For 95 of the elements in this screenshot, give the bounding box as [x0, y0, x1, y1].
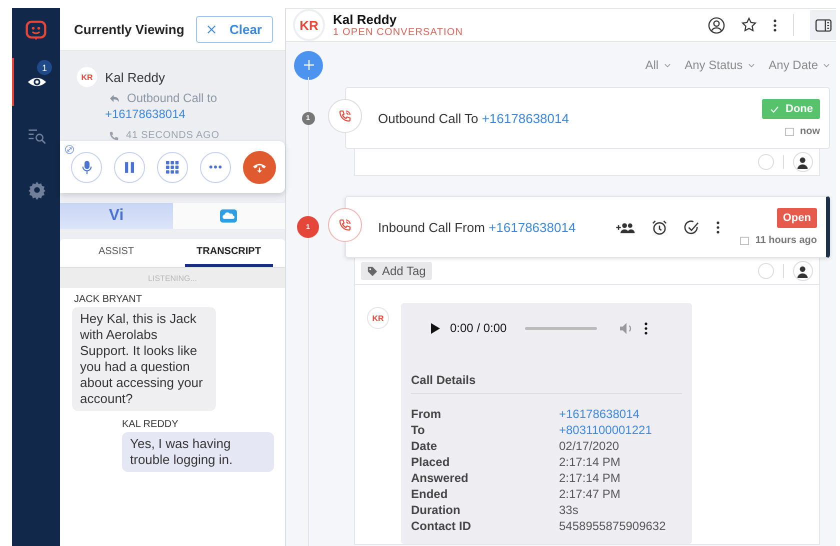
- hang-up-icon: [252, 162, 267, 172]
- user-icon[interactable]: [708, 16, 725, 34]
- speaker-name: JACK BRYANT: [74, 294, 142, 305]
- panel-toggle-button[interactable]: [810, 10, 836, 40]
- avatar: KR: [77, 67, 97, 87]
- microphone-icon: [82, 160, 92, 174]
- kebab-menu-icon[interactable]: [644, 322, 648, 334]
- chevron-down-icon: [823, 62, 830, 68]
- app-tab[interactable]: Vi: [60, 203, 172, 229]
- assignee-avatar[interactable]: [793, 152, 813, 172]
- volume-icon[interactable]: [618, 322, 634, 334]
- timestamp: now: [800, 126, 820, 137]
- conversation-card[interactable]: Outbound Call To +16178638014 Done now: [345, 87, 830, 149]
- play-icon[interactable]: [431, 322, 440, 334]
- settings-icon: [27, 180, 47, 200]
- keypad-button[interactable]: [157, 152, 188, 182]
- conversation-card[interactable]: Inbound Call From +16178638014 Open 11 hours ago: [345, 196, 830, 258]
- chevron-down-icon: [748, 62, 755, 68]
- detail-label: Date: [411, 438, 438, 454]
- detail-value: 02/17/2020: [559, 438, 620, 454]
- phone-link[interactable]: +8031100001221: [559, 422, 682, 438]
- timestamp: 11 hours ago: [755, 235, 817, 246]
- cloud-icon: [220, 209, 238, 223]
- detail-value: 33s: [559, 502, 580, 518]
- status-badge: Done: [762, 99, 820, 119]
- conversation-count: 1 OPEN CONVERSATION: [333, 27, 464, 38]
- section-title: Call Details: [411, 373, 682, 394]
- check-icon: [770, 106, 778, 112]
- detail-value: 2:17:47 PM: [559, 486, 622, 502]
- filter-dropdown[interactable]: Any Status: [684, 58, 755, 72]
- plus-icon: [304, 60, 314, 70]
- alarm-clock-icon[interactable]: [652, 220, 667, 234]
- sidebar-icon: [814, 18, 832, 32]
- reply-icon: [109, 94, 120, 102]
- phone-link[interactable]: +16178638014: [559, 406, 682, 422]
- call-title: Inbound Call From +16178638014: [378, 220, 576, 234]
- count-badge: 1: [37, 60, 52, 75]
- more-button[interactable]: [200, 152, 231, 182]
- detail-value: 2:17:14 PM: [559, 454, 622, 470]
- tag-icon: [367, 266, 378, 276]
- detail-label: Answered: [411, 470, 470, 486]
- phone-link[interactable]: +16178638014: [488, 220, 576, 234]
- assignee-avatar[interactable]: [793, 261, 813, 281]
- checkbox[interactable]: [758, 154, 774, 170]
- keypad-icon: [166, 160, 179, 174]
- star-icon[interactable]: [741, 17, 757, 33]
- detail-label: From: [411, 406, 442, 422]
- call-icon: [328, 208, 362, 242]
- call-icon: [328, 99, 362, 133]
- message-bubble: Yes, I was having trouble logging in.: [122, 432, 274, 472]
- avatar: KR: [367, 307, 389, 329]
- status-badge: Open: [776, 208, 817, 228]
- clear-button[interactable]: Clear: [196, 16, 273, 42]
- kebab-menu-icon[interactable]: [773, 18, 777, 32]
- panel-tab[interactable]: ASSIST: [72, 239, 160, 267]
- timestamp: 41 SECONDS AGO: [126, 130, 220, 141]
- detail-label: Ended: [411, 486, 449, 502]
- close-icon: [207, 24, 216, 34]
- contact-name[interactable]: Kal Reddy: [105, 70, 220, 85]
- speaker-name: KAL REDDY: [122, 419, 178, 430]
- detail-label: Contact ID: [411, 518, 472, 534]
- detail-label: Placed: [411, 454, 451, 470]
- message-bubble: Hey Kal, this is Jack with Aerolabs Support. It looks like you had a question about accessing your account?: [72, 307, 216, 411]
- call-title: Outbound Call To +16178638014: [378, 110, 569, 126]
- detail-value: 5458955875909632: [559, 518, 667, 534]
- phone-icon: [109, 130, 119, 140]
- activity-text: Outbound Call to: [127, 91, 218, 105]
- contact-name: Kal Reddy: [333, 12, 398, 27]
- panel-title: Currently Viewing: [74, 22, 184, 36]
- hang-up-button[interactable]: [243, 150, 276, 184]
- mute-button[interactable]: [71, 152, 102, 182]
- calendar-icon: [740, 236, 750, 245]
- filter-dropdown[interactable]: All: [645, 58, 671, 72]
- kebab-menu-icon[interactable]: [716, 220, 720, 234]
- add-button[interactable]: [294, 50, 323, 80]
- ellipsis-icon: [209, 165, 222, 169]
- chevron-down-icon: [664, 62, 671, 68]
- filter-dropdown[interactable]: Any Date: [768, 58, 830, 72]
- detail-label: Duration: [411, 502, 462, 518]
- hold-button[interactable]: [114, 152, 145, 182]
- calendar-icon: [785, 127, 794, 136]
- pause-icon: [125, 162, 134, 172]
- add-tag-button[interactable]: Add Tag: [361, 262, 432, 280]
- check-circle-icon[interactable]: [684, 220, 699, 234]
- logo-icon: [25, 20, 47, 42]
- expand-icon[interactable]: [65, 145, 74, 154]
- detail-value: 2:17:14 PM: [559, 470, 622, 486]
- detail-label: To: [411, 422, 426, 438]
- progress-track[interactable]: [524, 326, 597, 330]
- audio-time: 0:00 / 0:00: [450, 321, 507, 335]
- checkbox[interactable]: [758, 263, 774, 279]
- phone-link[interactable]: +16178638014: [105, 107, 220, 121]
- add-people-icon[interactable]: [616, 220, 635, 234]
- phone-link[interactable]: +16178638014: [482, 110, 569, 126]
- app-tab[interactable]: [172, 203, 285, 229]
